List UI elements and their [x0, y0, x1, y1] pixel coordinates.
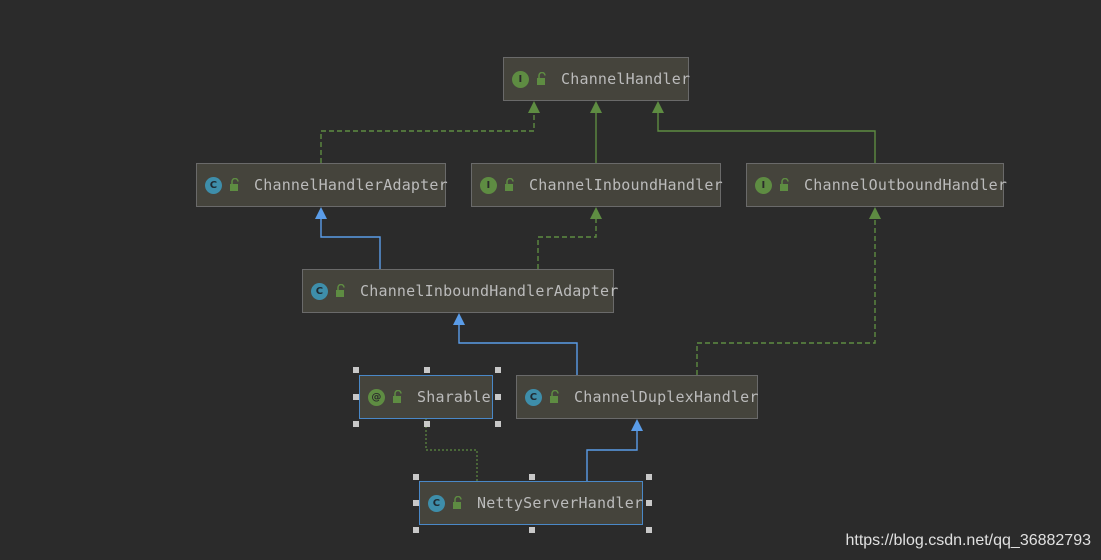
arrowhead [590, 207, 602, 219]
node-label: ChannelInboundHandlerAdapter [360, 282, 619, 300]
unlock-icon [537, 72, 546, 85]
resize-handle[interactable] [646, 527, 652, 533]
unlock-icon [780, 178, 789, 191]
resize-handle[interactable] [495, 421, 501, 427]
node-channelhandleradapter[interactable]: C ChannelHandlerAdapter [196, 163, 448, 207]
class-icon: C [311, 282, 328, 300]
edge-inboundadapter-extends-handleradapter [320, 219, 381, 269]
resize-handle[interactable] [646, 474, 652, 480]
edge-netty-extends-duplex [586, 431, 638, 481]
arrowhead [590, 101, 602, 113]
node-label: ChannelHandlerAdapter [254, 176, 448, 194]
node-channelduplexhandler[interactable]: C ChannelDuplexHandler [516, 375, 758, 419]
node-channelinboundhandleradapter[interactable]: C ChannelInboundHandlerAdapter [302, 269, 618, 313]
class-icon: C [525, 388, 542, 406]
resize-handle[interactable] [495, 367, 501, 373]
unlock-icon [393, 390, 402, 403]
resize-handle[interactable] [529, 474, 535, 480]
annotation-icon: @ [368, 388, 385, 406]
unlock-icon [336, 284, 345, 297]
class-icon: C [428, 494, 445, 512]
node-sharable[interactable]: @ Sharable [359, 375, 493, 419]
resize-handle[interactable] [353, 394, 359, 400]
abstract-class-icon: C [205, 176, 222, 194]
node-channeloutboundhandler[interactable]: I ChannelOutboundHandler [746, 163, 1008, 207]
resize-handle[interactable] [413, 527, 419, 533]
node-label: ChannelHandler [561, 70, 691, 88]
arrowhead [652, 101, 664, 113]
resize-handle[interactable] [529, 527, 535, 533]
edge-channeloutboundhandler-extends-channelhandler [657, 113, 876, 163]
interface-icon: I [755, 176, 772, 194]
arrowhead [869, 207, 881, 219]
edge-netty-annotated-sharable [425, 419, 478, 481]
edge-inboundadapter-implements-inboundhandler [537, 219, 597, 269]
node-channelinboundhandler[interactable]: I ChannelInboundHandler [471, 163, 723, 207]
arrowhead [528, 101, 540, 113]
arrowhead [453, 313, 465, 325]
node-channelhandler[interactable]: I ChannelHandler [503, 57, 691, 101]
edge-duplex-extends-inboundadapter [458, 325, 578, 375]
node-nettyserverhandler[interactable]: C NettyServerHandler [419, 481, 643, 525]
resize-handle[interactable] [646, 500, 652, 506]
resize-handle[interactable] [353, 421, 359, 427]
interface-icon: I [480, 176, 497, 194]
unlock-icon [230, 178, 239, 191]
resize-handle[interactable] [424, 421, 430, 427]
resize-handle[interactable] [413, 474, 419, 480]
unlock-icon [505, 178, 514, 191]
arrowhead [631, 419, 643, 431]
edge-channelhandleradapter-implements-channelhandler [320, 113, 535, 163]
resize-handle[interactable] [353, 367, 359, 373]
node-label: NettyServerHandler [477, 494, 644, 512]
arrowhead [315, 207, 327, 219]
watermark-url: https://blog.csdn.net/qq_36882793 [845, 532, 1091, 549]
resize-handle[interactable] [413, 500, 419, 506]
unlock-icon [453, 496, 462, 509]
unlock-icon [550, 390, 559, 403]
node-label: ChannelOutboundHandler [804, 176, 1008, 194]
edge-duplex-implements-outboundhandler [696, 219, 876, 375]
resize-handle[interactable] [424, 367, 430, 373]
resize-handle[interactable] [495, 394, 501, 400]
node-label: ChannelDuplexHandler [574, 388, 759, 406]
node-label: ChannelInboundHandler [529, 176, 723, 194]
interface-icon: I [512, 70, 529, 88]
node-label: Sharable [417, 388, 491, 406]
